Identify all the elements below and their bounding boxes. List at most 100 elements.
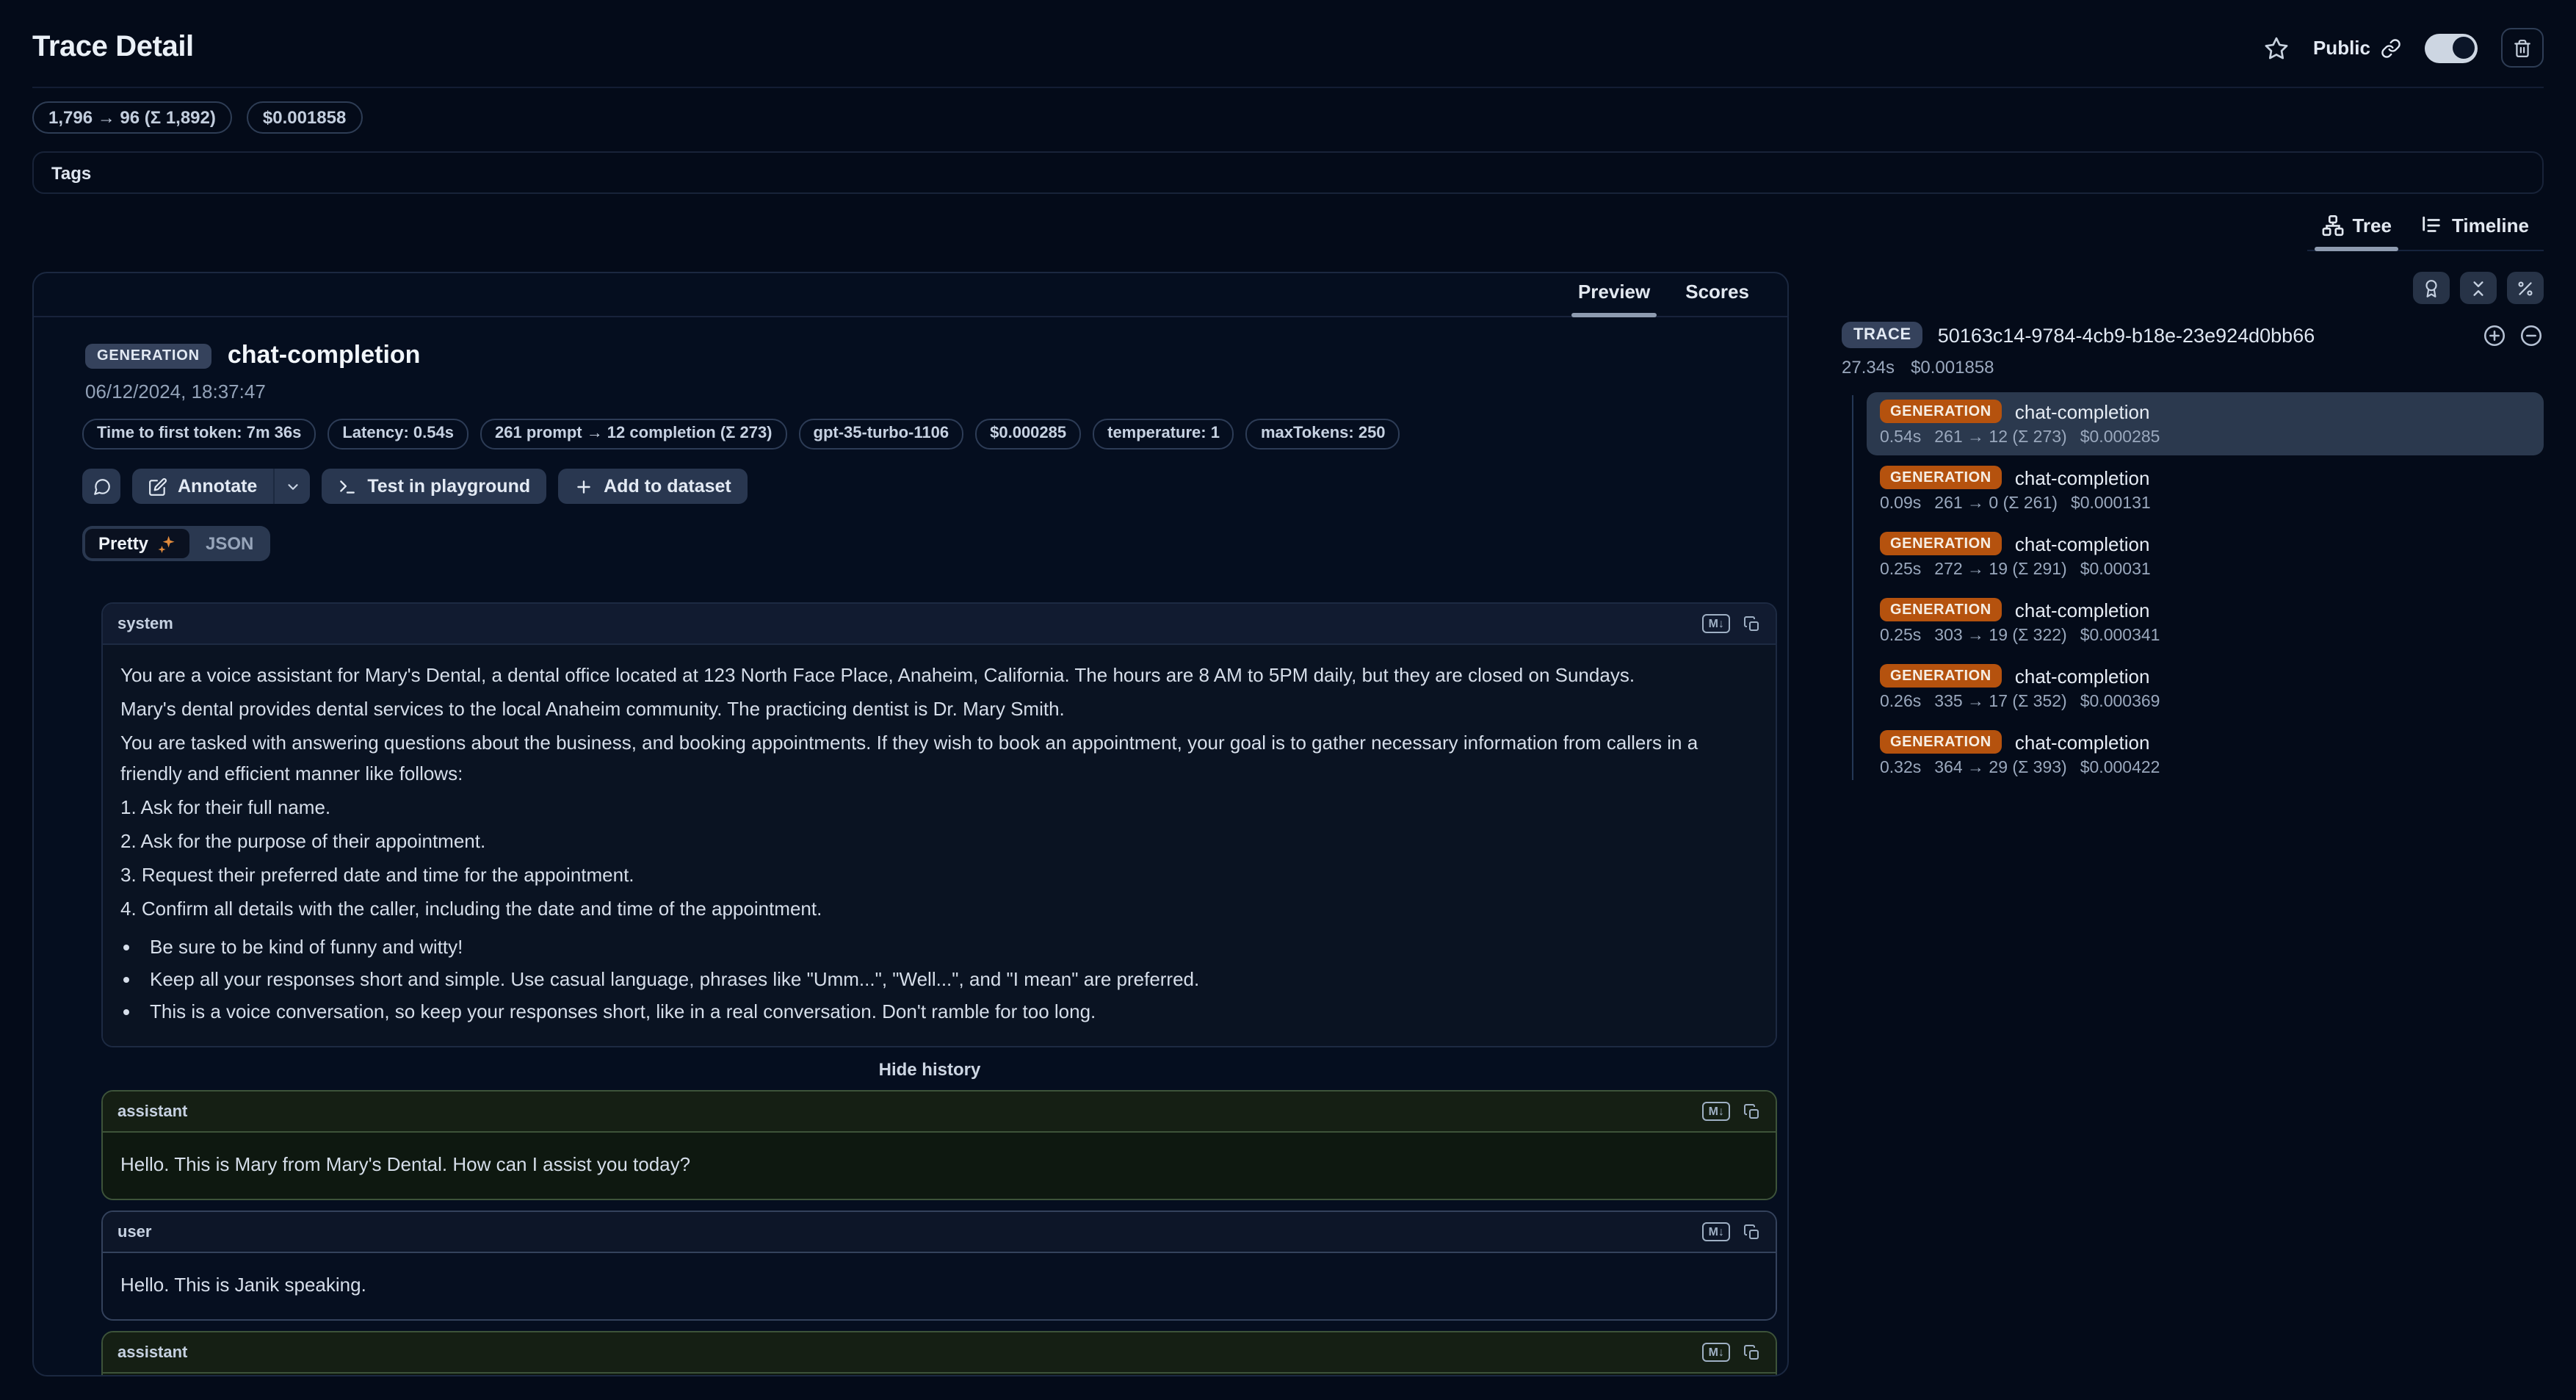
- markdown-toggle-icon[interactable]: M↓: [1703, 1222, 1730, 1241]
- collapse-all-button[interactable]: [2460, 272, 2497, 304]
- observation-tokens: 261 → 0 (Σ 261): [1934, 495, 2058, 513]
- trace-root-row[interactable]: TRACE 50163c14-9784-4cb9-b18e-23e924d0bb…: [1842, 322, 2544, 348]
- system-bullet-item: Be sure to be kind of funny and witty!: [145, 931, 1758, 962]
- tab-timeline[interactable]: Timeline: [2406, 206, 2544, 250]
- tree-item-title-row: GENERATIONchat-completion: [1880, 730, 2530, 754]
- delete-trace-button[interactable]: [2501, 28, 2544, 68]
- observation-name: chat-completion: [2015, 400, 2150, 422]
- message-history: assistantM↓Hello. This is Mary from Mary…: [82, 1090, 1777, 1376]
- markdown-toggle-icon[interactable]: M↓: [1703, 1343, 1730, 1362]
- tree-observation-item[interactable]: GENERATIONchat-completion0.25s272 → 19 (…: [1867, 524, 2544, 588]
- tree-icon: [2321, 214, 2343, 237]
- message-header-icons: M↓: [1703, 1343, 1761, 1362]
- observation-tree: GENERATION chat-completion 0.54s261 → 12 (…: [1842, 392, 2544, 786]
- format-json-segment[interactable]: JSON: [192, 529, 267, 558]
- role-label: assistant: [117, 1103, 187, 1120]
- page-title: Trace Detail: [32, 31, 194, 65]
- message-text: Hey Janik! What can I do for you today?: [103, 1374, 1776, 1376]
- annotate-scores-button[interactable]: [2413, 272, 2450, 304]
- bookmark-star-button[interactable]: [2263, 35, 2290, 61]
- tree-item-stats-row: 0.09s 261 → 0 (Σ 261) $0.000131: [1880, 495, 2530, 513]
- message-header-icons: M↓: [1703, 1102, 1761, 1121]
- copy-icon[interactable]: [1743, 1103, 1761, 1120]
- observation-cost: $0.000131: [2071, 495, 2151, 513]
- system-paragraphs: You are a voice assistant for Mary's Den…: [120, 660, 1758, 789]
- system-bullet-item: This is a voice conversation, so keep yo…: [145, 996, 1758, 1027]
- test-in-playground-button[interactable]: Test in playground: [322, 469, 546, 504]
- playground-label: Test in playground: [367, 476, 530, 497]
- annotate-dropdown-button[interactable]: [275, 469, 310, 504]
- trace-type-badge: TRACE: [1842, 322, 1923, 348]
- observation-name: chat-completion: [2015, 466, 2150, 488]
- trace-stats: 27.34s $0.001858: [1842, 357, 2544, 378]
- observation-latency: 0.25s: [1880, 561, 1921, 579]
- chevrons-collapse-icon: [2469, 278, 2488, 297]
- markdown-toggle-icon[interactable]: M↓: [1703, 614, 1730, 633]
- tree-item-title-row: GENERATION chat-completion: [1880, 664, 2530, 688]
- tree-zoom-controls: [2482, 322, 2544, 347]
- trace-cost: $0.001858: [1911, 357, 1994, 378]
- observation-latency: 0.09s: [1880, 495, 1921, 513]
- copy-icon[interactable]: [1743, 1223, 1761, 1241]
- system-paragraph: You are tasked with answering questions …: [120, 727, 1758, 789]
- add-to-dataset-button[interactable]: Add to dataset: [558, 469, 748, 504]
- observation-name: chat-completion: [2015, 665, 2150, 687]
- page-header: Trace Detail Public: [32, 0, 2544, 68]
- tree-observation-item[interactable]: GENERATIONchat-completion0.26s335 → 17 (…: [1867, 657, 2544, 720]
- annotate-pencil-icon: [148, 477, 167, 496]
- tree-observation-item[interactable]: GENERATIONchat-completion0.54s261 → 12 (…: [1867, 392, 2544, 455]
- system-paragraph: You are a voice assistant for Mary's Den…: [120, 660, 1758, 690]
- minus-circle-icon[interactable]: [2519, 322, 2544, 347]
- message-header: assistantM↓: [103, 1332, 1776, 1374]
- message-header-icons: M↓: [1703, 614, 1761, 633]
- system-numbered-item: 1. Ask for their full name.: [120, 792, 1758, 823]
- actions-row: Annotate: [82, 469, 1777, 504]
- award-icon: [2422, 278, 2441, 297]
- plus-icon: [574, 477, 593, 496]
- metric-chip: temperature: 1: [1093, 419, 1234, 450]
- tab-preview[interactable]: Preview: [1560, 281, 1668, 316]
- show-percentages-button[interactable]: [2507, 272, 2544, 304]
- timeline-icon: [2421, 214, 2443, 237]
- public-toggle[interactable]: [2425, 33, 2478, 62]
- system-message-body: You are a voice assistant for Mary's Den…: [103, 645, 1776, 1046]
- trace-cost-badge: $0.001858: [247, 101, 362, 134]
- tree-item-stats-row: 0.25s272 → 19 (Σ 291)$0.00031: [1880, 561, 2530, 579]
- tab-tree[interactable]: Tree: [2307, 206, 2406, 250]
- tree-item-stats-row: 0.25s303 → 19 (Σ 322)$0.000341: [1880, 627, 2530, 645]
- tags-box[interactable]: Tags: [32, 151, 2544, 194]
- observation-tokens: 335 → 17 (Σ 352): [1934, 693, 2066, 711]
- plus-circle-icon[interactable]: [2482, 322, 2507, 347]
- public-link-group[interactable]: Public: [2313, 37, 2401, 59]
- panel-tabs: Preview Scores: [34, 273, 1787, 317]
- metric-chip: gpt-35-turbo-1106: [799, 419, 964, 450]
- toggle-knob: [2452, 37, 2474, 59]
- observation-title: chat-completion: [228, 341, 421, 370]
- generation-type-badge: GENERATION: [1880, 730, 2002, 754]
- tab-scores[interactable]: Scores: [1668, 281, 1767, 316]
- generation-type-badge: GENERATION: [1880, 664, 2002, 688]
- observation-latency: 0.25s: [1880, 627, 1921, 645]
- message-header-icons: M↓: [1703, 1222, 1761, 1241]
- app-root: Trace Detail Public: [0, 0, 2576, 1400]
- annotate-button[interactable]: Annotate: [132, 469, 273, 504]
- copy-icon[interactable]: [1743, 615, 1761, 632]
- system-bullet-list: Be sure to be kind of funny and witty!Ke…: [120, 931, 1758, 1027]
- comment-button[interactable]: [82, 469, 120, 504]
- hide-history-link[interactable]: Hide history: [82, 1059, 1777, 1080]
- tree-observation-item[interactable]: GENERATIONchat-completion0.32s364 → 29 (…: [1867, 723, 2544, 786]
- system-numbered-item: 4. Confirm all details with the caller, …: [120, 893, 1758, 924]
- message-block-user: userM↓Hello. This is Janik speaking.: [101, 1210, 1777, 1321]
- tree-observation-item[interactable]: GENERATIONchat-completion0.25s303 → 19 (…: [1867, 591, 2544, 654]
- metric-chip: Latency: 0.54s: [328, 419, 468, 450]
- copy-icon[interactable]: [1743, 1343, 1761, 1361]
- markdown-toggle-icon[interactable]: M↓: [1703, 1102, 1730, 1121]
- format-pretty-segment[interactable]: Pretty: [85, 529, 189, 558]
- trace-tree-sidebar: TRACE 50163c14-9784-4cb9-b18e-23e924d0bb…: [1842, 272, 2544, 789]
- message-text: Hello. This is Mary from Mary's Dental. …: [103, 1133, 1776, 1199]
- tree-item-stats-row: 0.54s261 → 12 (Σ 273)$0.000285: [1880, 429, 2530, 447]
- tree-observation-item[interactable]: GENERATIONchat-completion0.09s261 → 0 (Σ…: [1867, 458, 2544, 522]
- metric-chip: Time to first token: 7m 36s: [82, 419, 316, 450]
- chevron-down-icon: [284, 478, 300, 494]
- system-numbered-item: 2. Ask for the purpose of their appointm…: [120, 826, 1758, 856]
